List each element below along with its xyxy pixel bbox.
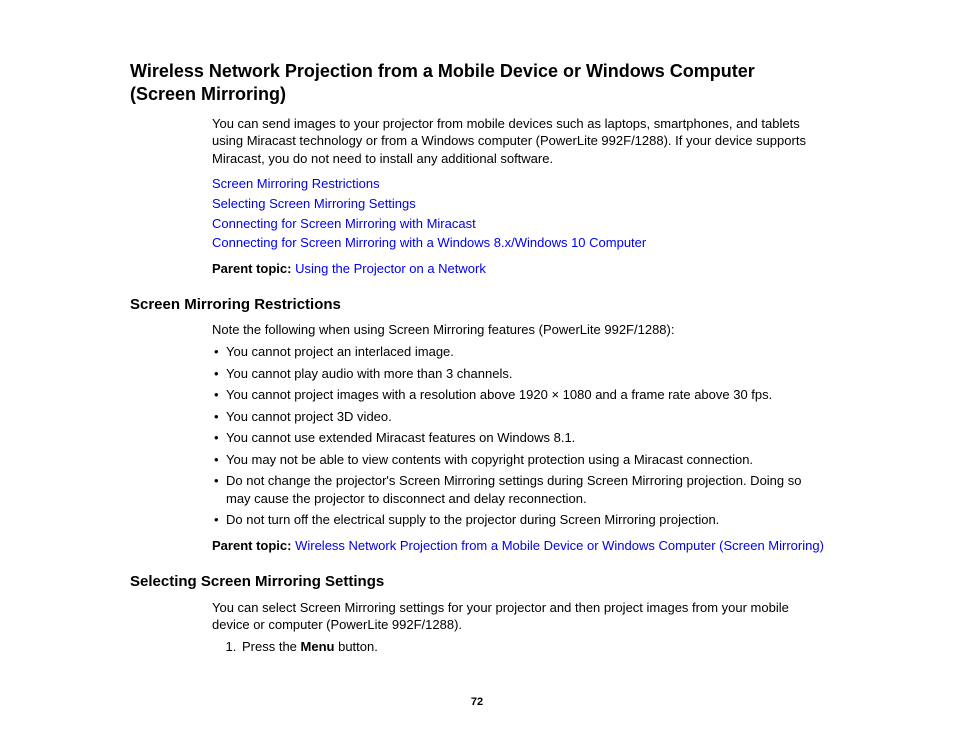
page-title: Wireless Network Projection from a Mobil… [130, 60, 824, 107]
parent-topic-link-section1[interactable]: Wireless Network Projection from a Mobil… [295, 538, 824, 553]
intro-paragraph: You can send images to your projector fr… [212, 115, 824, 168]
restriction-item: Do not change the projector's Screen Mir… [212, 472, 824, 507]
selecting-intro: You can select Screen Mirroring settings… [212, 599, 824, 634]
link-restrictions[interactable]: Screen Mirroring Restrictions [212, 175, 824, 193]
step-text-suffix: button. [334, 639, 377, 654]
link-windows[interactable]: Connecting for Screen Mirroring with a W… [212, 234, 824, 252]
heading-selecting-settings: Selecting Screen Mirroring Settings [130, 572, 824, 592]
parent-topic-line: Parent topic: Wireless Network Projectio… [212, 537, 824, 555]
restriction-item: You cannot use extended Miracast feature… [212, 429, 824, 447]
restriction-item: You cannot play audio with more than 3 c… [212, 365, 824, 383]
heading-restrictions: Screen Mirroring Restrictions [130, 295, 824, 315]
page-number: 72 [130, 695, 824, 710]
parent-topic-line: Parent topic: Using the Projector on a N… [212, 260, 824, 278]
restriction-item: You cannot project images with a resolut… [212, 386, 824, 404]
restriction-item: Do not turn off the electrical supply to… [212, 511, 824, 529]
step-text-prefix: Press the [242, 639, 301, 654]
step-item: Press the Menu button. [240, 638, 824, 656]
link-miracast[interactable]: Connecting for Screen Mirroring with Mir… [212, 215, 824, 233]
step-text-bold: Menu [301, 639, 335, 654]
restrictions-intro: Note the following when using Screen Mir… [212, 321, 824, 339]
parent-topic-link-main[interactable]: Using the Projector on a Network [295, 261, 486, 276]
restriction-item: You may not be able to view contents wit… [212, 451, 824, 469]
restriction-item: You cannot project 3D video. [212, 408, 824, 426]
link-selecting-settings[interactable]: Selecting Screen Mirroring Settings [212, 195, 824, 213]
restriction-item: You cannot project an interlaced image. [212, 343, 824, 361]
parent-topic-label: Parent topic: [212, 261, 291, 276]
parent-topic-label: Parent topic: [212, 538, 291, 553]
